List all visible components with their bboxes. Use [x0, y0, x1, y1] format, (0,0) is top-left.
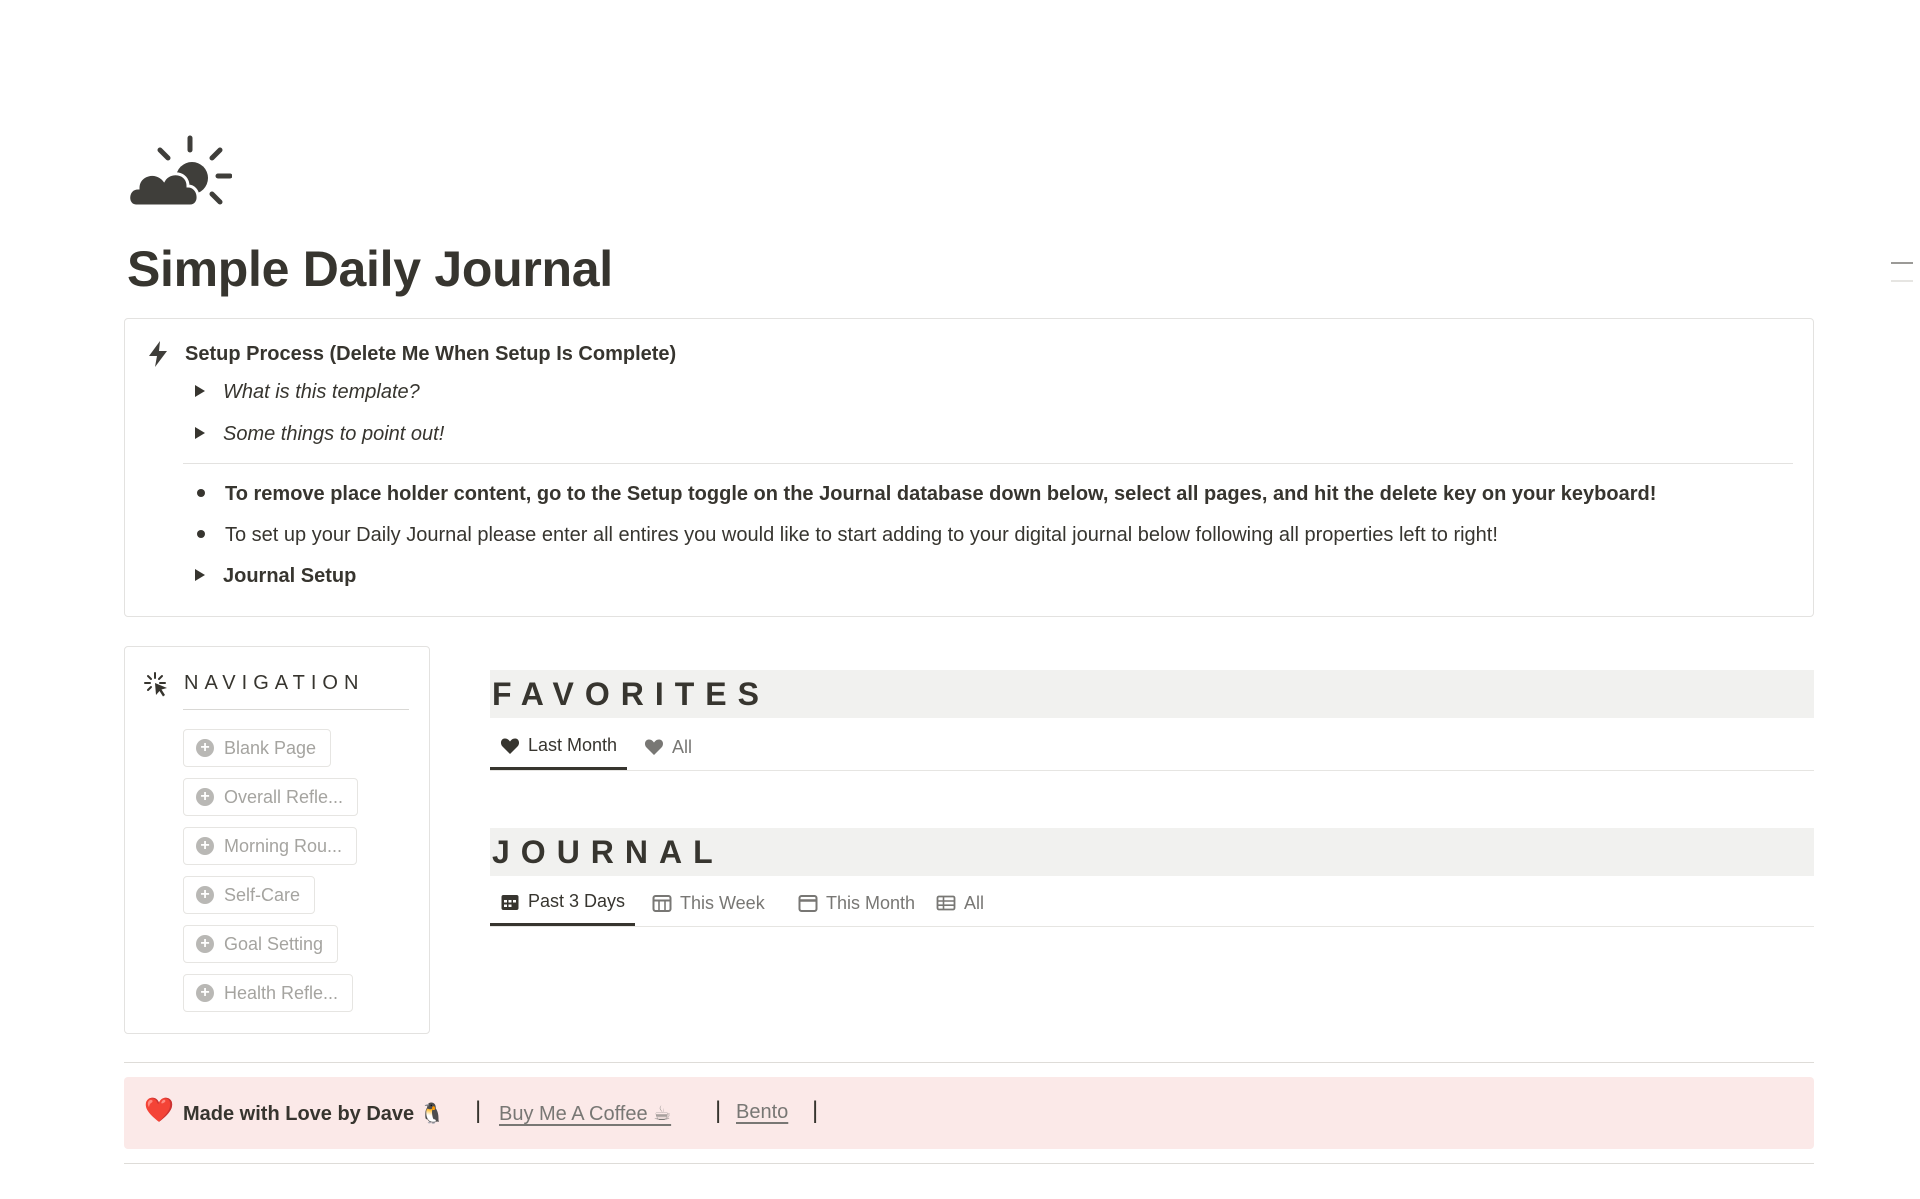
tab-all[interactable]: All — [936, 880, 984, 926]
sun-behind-cloud-icon[interactable] — [126, 134, 232, 214]
journal-view-tabs: Past 3 Days This Week This Month All — [490, 880, 1814, 927]
divider — [183, 463, 1793, 464]
tab-last-month[interactable]: Last Month — [490, 724, 628, 770]
table-icon — [936, 895, 956, 911]
plus-icon: + — [196, 788, 214, 806]
favorites-heading-block: FAVORITES — [490, 670, 1814, 718]
blank-page-button[interactable]: + Blank Page — [183, 729, 332, 767]
calendar-week-icon — [652, 895, 672, 912]
divider — [124, 1163, 1814, 1164]
bullet-dot — [197, 488, 205, 497]
separator: | — [715, 1097, 722, 1124]
credits-callout: ❤️ Made with Love by Dave 🐧 | Buy Me A C… — [124, 1077, 1814, 1149]
tab-past-3-days[interactable]: Past 3 Days — [490, 880, 636, 926]
page-title: Simple Daily Journal — [127, 241, 613, 297]
bullet-item: To remove place holder content, go to th… — [195, 483, 1656, 506]
favorites-heading: FAVORITES — [492, 676, 770, 712]
callout-title: Setup Process (Delete Me When Setup Is C… — [185, 343, 677, 365]
plus-icon: + — [196, 837, 214, 855]
toggle-what-is-this-template[interactable]: What is this template? — [195, 381, 420, 404]
heart-icon — [644, 739, 664, 755]
tab-this-month[interactable]: This Month — [798, 880, 915, 926]
navigation-heading: NAVIGATION — [184, 672, 365, 694]
bullet-dot — [197, 529, 205, 538]
health-reflection-button[interactable]: + Health Refle... — [183, 974, 354, 1012]
toggle-things-to-point-out[interactable]: Some things to point out! — [195, 423, 444, 446]
goal-setting-button[interactable]: + Goal Setting — [183, 925, 339, 963]
toggle-triangle-icon[interactable] — [195, 426, 205, 439]
calendar-icon — [501, 894, 519, 910]
bullet-item: To set up your Daily Journal please ente… — [195, 524, 1498, 547]
plus-icon: + — [196, 739, 214, 757]
table-of-contents-indicator[interactable] — [1891, 262, 1913, 282]
made-by-text: Made with Love by Dave 🐧 — [183, 1103, 445, 1125]
overall-reflection-button[interactable]: + Overall Refle... — [183, 778, 359, 816]
divider — [183, 709, 409, 710]
setup-callout: Setup Process (Delete Me When Setup Is C… — [124, 318, 1814, 617]
divider — [124, 1062, 1814, 1063]
heart-icon: ❤️ — [144, 1097, 174, 1124]
journal-heading: JOURNAL — [492, 834, 724, 870]
heart-icon — [500, 737, 520, 754]
cursor-click-icon — [144, 672, 167, 697]
separator: | — [812, 1097, 819, 1124]
page: Simple Daily Journal Setup Process (Dele… — [0, 0, 1920, 1199]
toggle-journal-setup[interactable]: Journal Setup — [195, 565, 356, 588]
calendar-icon — [798, 895, 818, 912]
buy-me-a-coffee-link[interactable]: Buy Me A Coffee ☕ — [499, 1101, 671, 1126]
tab-this-week[interactable]: This Week — [652, 880, 765, 926]
toggle-triangle-icon[interactable] — [195, 384, 205, 397]
bento-link[interactable]: Bento — [736, 1101, 788, 1124]
toggle-triangle-icon[interactable] — [195, 568, 205, 581]
favorites-view-tabs: Last Month All — [490, 724, 1814, 771]
self-care-button[interactable]: + Self-Care — [183, 876, 316, 914]
journal-heading-block: JOURNAL — [490, 828, 1814, 876]
morning-routine-button[interactable]: + Morning Rou... — [183, 827, 358, 865]
tab-all[interactable]: All — [644, 724, 692, 770]
bolt-icon — [149, 341, 167, 367]
plus-icon: + — [196, 935, 214, 953]
separator: | — [475, 1097, 482, 1124]
plus-icon: + — [196, 984, 214, 1002]
plus-icon: + — [196, 886, 214, 904]
navigation-panel: NAVIGATION + Blank Page + Overall Refle...… — [124, 646, 430, 1034]
